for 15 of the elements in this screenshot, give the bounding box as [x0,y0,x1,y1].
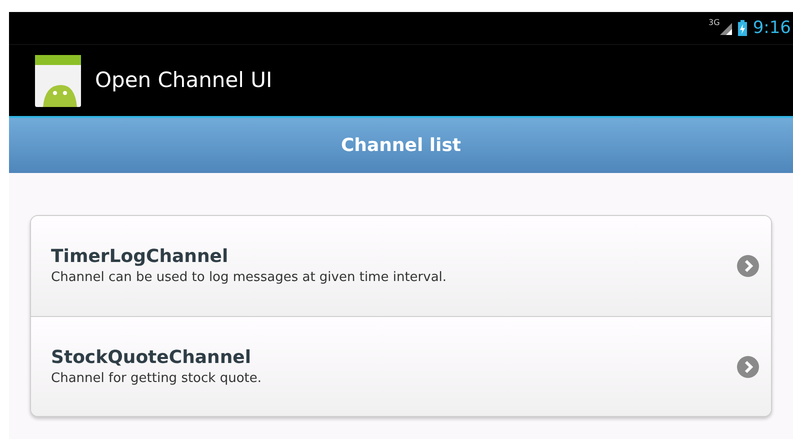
channel-description: Channel can be used to log messages at given time interval. [51,269,448,287]
channel-item[interactable]: StockQuoteChannel Channel for getting stock quote. [31,316,771,416]
app-title: Open Channel UI [95,66,272,94]
clock: 9:16 [752,20,791,36]
signal-icon [720,21,732,35]
app-icon[interactable] [35,54,81,106]
chevron-right-icon [737,356,759,378]
header-title: Channel list [340,134,462,158]
network-type: 3G [708,19,720,27]
battery-icon [738,20,747,36]
channel-name: StockQuoteChannel [51,346,252,370]
channel-description: Channel for getting stock quote. [51,370,262,388]
chevron-right-icon [737,255,759,277]
channel-name: TimerLogChannel [51,245,230,269]
channel-item[interactable]: TimerLogChannel Channel can be used to log messages at given time interval. [31,216,771,316]
